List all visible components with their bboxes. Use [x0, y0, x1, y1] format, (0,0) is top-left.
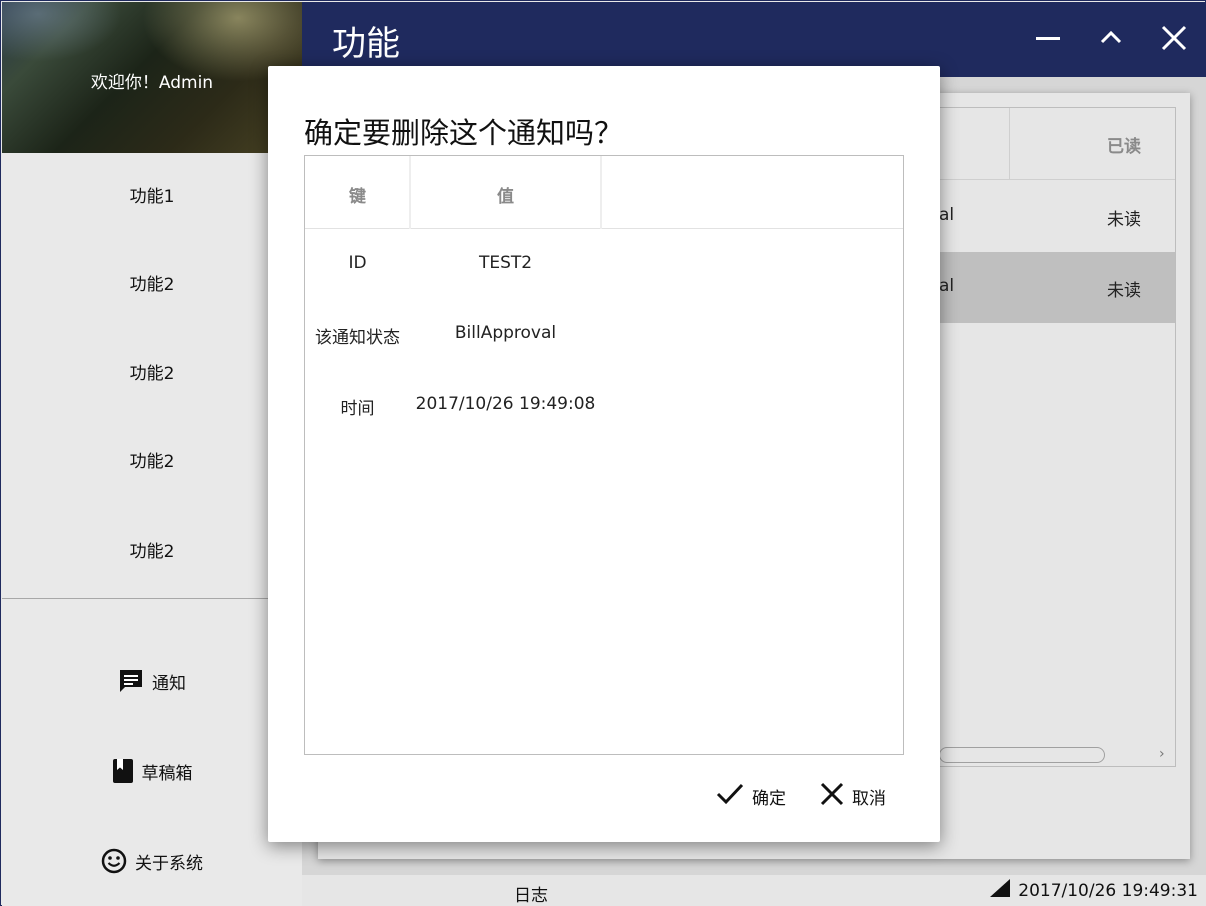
row-key: ID [348, 253, 367, 273]
row-key: 该通知状态 [315, 328, 400, 348]
cancel-label: 取消 [852, 788, 886, 809]
dialog-title: 确定要删除这个通知吗？ [304, 116, 624, 150]
confirm-button[interactable]: 确定 [716, 780, 786, 812]
kv-table-header: 键 值 [305, 156, 903, 229]
key-value-table: 键 值 ID TEST2 该通知状态 BillApproval 时间 2017/… [304, 155, 904, 755]
welcome-text: 欢迎你！Admin [90, 73, 214, 93]
cancel-button[interactable]: 取消 [820, 780, 886, 812]
table-row: 该通知状态 BillApproval [305, 299, 903, 369]
check-icon [716, 782, 744, 811]
column-header-value[interactable]: 值 [410, 182, 601, 207]
column-header-key[interactable]: 键 [305, 182, 410, 207]
app-window: 欢迎你！Admin 功能1 功能2 功能2 功能2 功能2 通知 草稿箱 关于系… [0, 0, 1206, 906]
confirm-label: 确定 [752, 788, 786, 809]
table-row: ID TEST2 [305, 229, 903, 299]
confirm-delete-dialog: 确定要删除这个通知吗？ 键 值 ID TEST2 该通知状态 BillAppro… [268, 66, 940, 842]
close-icon [820, 782, 844, 811]
row-value: BillApproval [454, 323, 557, 343]
row-value: 2017/10/26 19:49:08 [415, 394, 596, 414]
column-separator [600, 156, 602, 229]
row-key: 时间 [340, 399, 375, 419]
row-value: TEST2 [478, 253, 533, 273]
table-row: 时间 2017/10/26 19:49:08 [305, 370, 903, 440]
